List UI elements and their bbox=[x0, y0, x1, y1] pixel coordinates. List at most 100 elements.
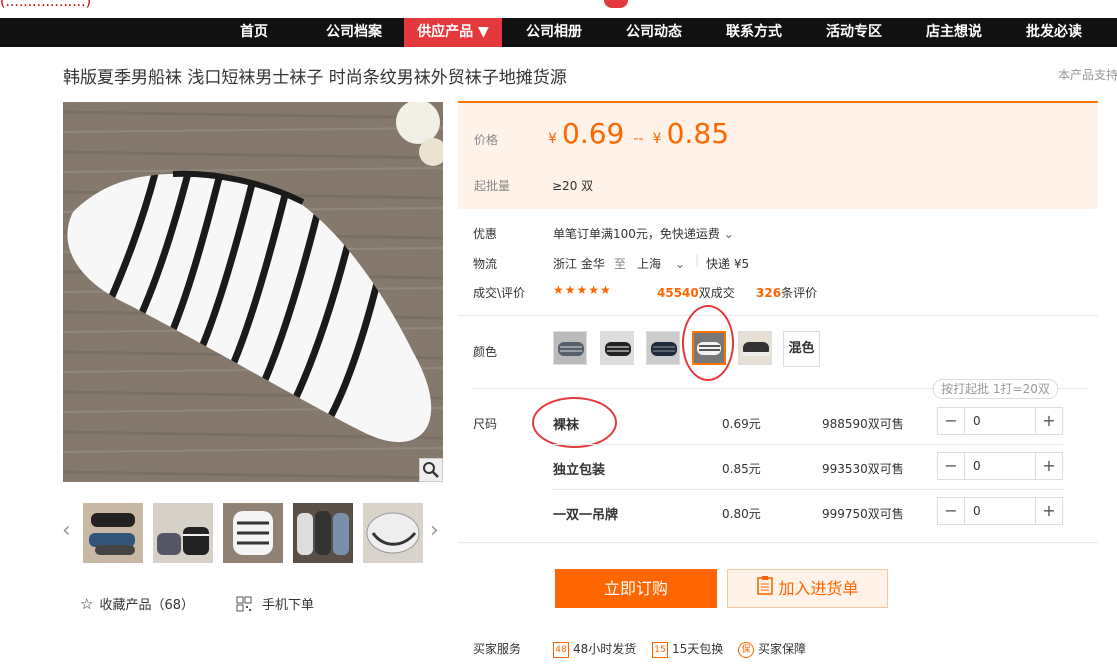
star-outline-icon: ☆ bbox=[80, 595, 94, 613]
top-banner-strip: (..................) bbox=[0, 0, 1117, 18]
logistics-from: 浙江 金华 bbox=[553, 257, 605, 271]
top-banner-fragment: (..................) bbox=[0, 0, 92, 10]
thumbnail-5[interactable] bbox=[363, 503, 423, 563]
color-label: 颜色 bbox=[473, 345, 498, 359]
chevron-down-icon: ⌄ bbox=[723, 227, 734, 241]
thumbnail-3[interactable] bbox=[223, 503, 283, 563]
quantity-input[interactable]: 0 bbox=[965, 408, 1035, 434]
nav-item-events[interactable]: 活动专区 bbox=[808, 18, 900, 47]
nav-item-news[interactable]: 公司动态 bbox=[608, 18, 700, 47]
calendar-15-icon: 15 bbox=[652, 641, 668, 658]
service-label: 48小时发货 bbox=[573, 642, 637, 656]
favorite-label: 收藏产品（68） bbox=[99, 598, 194, 613]
service-48h-shipping[interactable]: 48 48小时发货 bbox=[553, 640, 636, 658]
services-label: 买家服务 bbox=[473, 642, 522, 656]
nav-item-company-profile[interactable]: 公司档案 bbox=[308, 18, 400, 47]
minus-icon[interactable]: − bbox=[938, 453, 965, 479]
thumb-next-arrow-icon[interactable]: › bbox=[430, 518, 439, 543]
main-nav: 首页 公司档案 供应产品 ▼ 公司相册 公司动态 联系方式 活动专区 店主想说 … bbox=[0, 18, 1117, 47]
color-swatch-5[interactable] bbox=[738, 331, 772, 365]
currency-symbol: ¥ bbox=[548, 131, 557, 147]
nav-item-contact[interactable]: 联系方式 bbox=[708, 18, 800, 47]
thumbnail-2[interactable] bbox=[153, 503, 213, 563]
size-label: 尺码 bbox=[473, 417, 498, 431]
service-buyer-protection[interactable]: 保买家保障 bbox=[738, 640, 806, 658]
promo-label: 优惠 bbox=[473, 227, 498, 241]
logistics-to: 上海 bbox=[637, 257, 662, 271]
nav-item-wholesale-guide[interactable]: 批发必读 bbox=[1008, 18, 1100, 47]
price-max: 0.85 bbox=[666, 117, 730, 150]
highlight-circle-annotation bbox=[682, 305, 734, 381]
mobile-order-button[interactable]: 手机下单 bbox=[236, 594, 314, 616]
favorite-button[interactable]: ☆ 收藏产品（68） bbox=[80, 594, 194, 613]
price-min: 0.69 bbox=[562, 117, 625, 150]
size-option-stock: 999750双可售 bbox=[822, 507, 904, 521]
service-label: 买家保障 bbox=[758, 642, 807, 656]
reviews-count: 326 bbox=[756, 286, 782, 300]
qr-code-icon bbox=[236, 596, 252, 616]
color-swatch-1[interactable] bbox=[553, 331, 587, 365]
batch-tip: 按打起批 1打=20双 bbox=[933, 379, 1058, 399]
logistics-express: 快递 ¥5 bbox=[706, 257, 750, 271]
reviews-link[interactable]: 326条评价 bbox=[756, 284, 817, 301]
add-to-cart-button[interactable]: 加入进货单 bbox=[727, 569, 888, 608]
quantity-stepper: − 0 + bbox=[937, 407, 1063, 435]
deals-count: 45540 bbox=[657, 286, 699, 300]
price-separator: -- bbox=[633, 131, 644, 147]
color-swatch-3[interactable] bbox=[646, 331, 680, 365]
quantity-input[interactable]: 0 bbox=[965, 453, 1035, 479]
size-option-name: 独立包装 bbox=[553, 463, 606, 478]
chevron-down-icon: ⌄ bbox=[675, 257, 686, 271]
thumbnail-4[interactable] bbox=[293, 503, 353, 563]
divider: | bbox=[695, 253, 700, 267]
minus-icon[interactable]: − bbox=[938, 498, 965, 524]
divider bbox=[458, 315, 1098, 316]
promo-value: 单笔订单满100元，免快递运费 bbox=[553, 227, 720, 241]
nav-item-album[interactable]: 公司相册 bbox=[508, 18, 600, 47]
add-to-cart-label: 加入进货单 bbox=[778, 579, 859, 598]
mobile-order-label: 手机下单 bbox=[262, 598, 315, 613]
service-label: 15天包换 bbox=[672, 642, 724, 656]
thumbnail-strip: ‹ › bbox=[60, 500, 450, 564]
buy-now-button[interactable]: 立即订购 bbox=[555, 569, 717, 608]
deals-count-suffix: 双成交 bbox=[698, 286, 735, 300]
clipboard-icon bbox=[756, 571, 774, 608]
shield-icon: 保 bbox=[738, 641, 754, 658]
price-box: 价格 ¥ 0.69 -- ¥ 0.85 起批量 ≥20 双 bbox=[458, 101, 1098, 209]
thumbnail-1[interactable] bbox=[83, 503, 143, 563]
moq-label: 起批量 bbox=[474, 179, 511, 193]
promo-text[interactable]: 单笔订单满100元，免快递运费 ⌄ bbox=[553, 225, 734, 242]
size-option-price: 0.85元 bbox=[722, 462, 761, 476]
logistics-label: 物流 bbox=[473, 257, 498, 271]
plus-icon[interactable]: + bbox=[1035, 408, 1062, 434]
zoom-icon[interactable] bbox=[419, 458, 443, 482]
size-option-price: 0.69元 bbox=[722, 417, 761, 431]
logistics-destination-select[interactable]: 上海 ⌄ bbox=[637, 255, 685, 272]
color-swatch-mixed[interactable]: 混色 bbox=[783, 331, 820, 367]
service-15day-exchange[interactable]: 15 15天包换 bbox=[652, 640, 723, 658]
deals-count-link[interactable]: 45540双成交 bbox=[657, 284, 735, 301]
reviews-suffix: 条评价 bbox=[781, 286, 818, 300]
quantity-stepper: − 0 + bbox=[937, 452, 1063, 480]
support-note: 本产品支持 bbox=[1058, 68, 1117, 82]
size-option-price: 0.80元 bbox=[722, 507, 761, 521]
plus-icon[interactable]: + bbox=[1035, 498, 1062, 524]
top-banner-right-fragment bbox=[1105, 0, 1111, 13]
plus-icon[interactable]: + bbox=[1035, 453, 1062, 479]
divider bbox=[553, 444, 1063, 445]
size-option-stock: 993530双可售 bbox=[822, 462, 904, 476]
logistics-to-word: 至 bbox=[614, 257, 627, 271]
divider bbox=[553, 489, 1063, 490]
nav-item-home[interactable]: 首页 bbox=[216, 18, 292, 47]
size-option-name: 一双一吊牌 bbox=[553, 508, 619, 523]
price-range: ¥ 0.69 -- ¥ 0.85 bbox=[548, 117, 729, 150]
nav-item-products[interactable]: 供应产品 ▼ bbox=[404, 18, 502, 47]
main-product-image[interactable] bbox=[63, 102, 443, 482]
color-swatch-2[interactable] bbox=[600, 331, 634, 365]
quantity-input[interactable]: 0 bbox=[965, 498, 1035, 524]
thumb-prev-arrow-icon[interactable]: ‹ bbox=[62, 518, 71, 543]
minus-icon[interactable]: − bbox=[938, 408, 965, 434]
highlight-circle-annotation bbox=[532, 397, 617, 448]
deals-label: 成交\评价 bbox=[473, 286, 526, 300]
nav-item-owner-notes[interactable]: 店主想说 bbox=[908, 18, 1000, 47]
